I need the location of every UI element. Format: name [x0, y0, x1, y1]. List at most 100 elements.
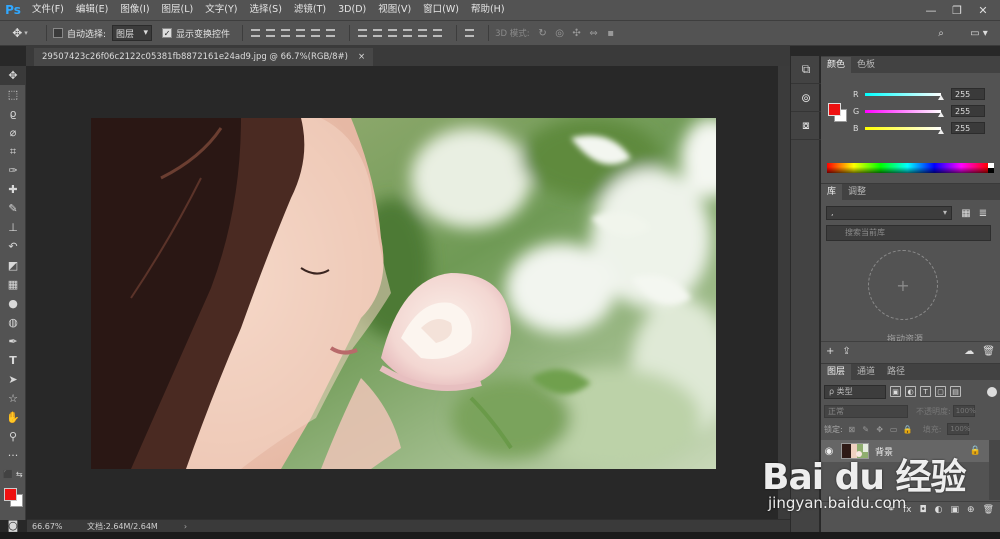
new-layer-icon[interactable]: ⊕: [967, 505, 975, 515]
smart-object-filter-icon[interactable]: ▤: [950, 386, 961, 397]
grid-view-icon[interactable]: ▦: [959, 206, 973, 220]
eraser-tool-icon[interactable]: ◩: [0, 256, 26, 275]
type-tool-icon[interactable]: T: [0, 351, 26, 370]
menu-window[interactable]: 窗口(W): [417, 0, 465, 20]
fill-input[interactable]: 100%: [947, 423, 970, 435]
blend-mode-select[interactable]: 正常: [824, 404, 908, 418]
auto-select-checkbox[interactable]: [53, 28, 63, 38]
align-vertical-centers-icon[interactable]: [264, 26, 277, 40]
menu-layer[interactable]: 图层(L): [156, 0, 200, 20]
adjustment-filter-icon[interactable]: ◐: [905, 386, 916, 397]
crop-tool-icon[interactable]: ⌗: [0, 142, 26, 161]
foreground-color-swatch[interactable]: [4, 488, 17, 501]
add-content-icon[interactable]: +: [826, 346, 834, 357]
properties-panel-icon[interactable]: ⊚: [791, 84, 821, 112]
auto-align-layers-icon[interactable]: [463, 26, 476, 40]
align-left-edges-icon[interactable]: [294, 26, 307, 40]
search-icon[interactable]: ⌕: [926, 25, 956, 41]
distribute-right-icon[interactable]: [431, 26, 444, 40]
path-selection-tool-icon[interactable]: ➤: [0, 370, 26, 389]
delete-layer-icon[interactable]: 🗑: [983, 505, 994, 515]
color-spectrum-ramp[interactable]: [827, 163, 988, 173]
menu-image[interactable]: 图像(I): [114, 0, 155, 20]
align-top-edges-icon[interactable]: [249, 26, 262, 40]
shape-tool-icon[interactable]: ☆: [0, 389, 26, 408]
list-view-icon[interactable]: ≣: [976, 206, 990, 220]
menu-help[interactable]: 帮助(H): [465, 0, 511, 20]
distribute-left-icon[interactable]: [401, 26, 414, 40]
distribute-vcenter-icon[interactable]: [371, 26, 384, 40]
library-drop-zone[interactable]: +: [868, 250, 938, 320]
tab-swatches[interactable]: 色板: [851, 57, 881, 73]
shape-filter-icon[interactable]: ▢: [935, 386, 946, 397]
black-white-ramp[interactable]: [988, 163, 994, 173]
menu-edit[interactable]: 编辑(E): [70, 0, 114, 20]
type-filter-icon[interactable]: T: [920, 386, 931, 397]
lock-transparent-icon[interactable]: ⊠: [847, 424, 857, 434]
brush-tool-icon[interactable]: ✎: [0, 199, 26, 218]
3d-roll-icon[interactable]: ◎: [553, 26, 567, 40]
history-panel-icon[interactable]: ⧉: [791, 56, 821, 84]
3d-rotate-icon[interactable]: ↻: [536, 26, 550, 40]
menu-file[interactable]: 文件(F): [26, 0, 70, 20]
healing-brush-tool-icon[interactable]: ✚: [0, 180, 26, 199]
slider-g-thumb[interactable]: [938, 111, 944, 117]
slider-r-value[interactable]: 255: [951, 88, 985, 100]
upload-icon[interactable]: ⇪: [842, 346, 850, 357]
hand-tool-icon[interactable]: ✋: [0, 408, 26, 427]
zoom-tool-icon[interactable]: ⚲: [0, 427, 26, 446]
status-menu-arrow[interactable]: ›: [158, 522, 187, 531]
layers-scrollbar[interactable]: [989, 440, 1000, 500]
trash-icon[interactable]: 🗑: [982, 346, 995, 357]
opacity-input[interactable]: 100%: [952, 405, 976, 417]
slider-r-track[interactable]: [865, 92, 944, 100]
restore-button[interactable]: ❐: [944, 0, 970, 20]
library-select[interactable]: , ▾: [826, 206, 952, 220]
layer-filter-select[interactable]: ρ 类型: [824, 384, 886, 399]
distribute-hcenter-icon[interactable]: [416, 26, 429, 40]
minimize-button[interactable]: —: [918, 0, 944, 20]
panel-foreground-swatch[interactable]: [828, 103, 841, 116]
lock-pixels-icon[interactable]: ✎: [861, 424, 871, 434]
pen-tool-icon[interactable]: ✒: [0, 332, 26, 351]
align-right-edges-icon[interactable]: [324, 26, 337, 40]
slider-r-thumb[interactable]: [938, 94, 944, 100]
align-horizontal-centers-icon[interactable]: [309, 26, 322, 40]
move-tool-preset-icon[interactable]: ✥ ▾: [0, 26, 40, 40]
move-tool-icon[interactable]: ✥: [0, 66, 26, 85]
slider-b-value[interactable]: 255: [951, 122, 985, 134]
document-tab[interactable]: 29507423c26f06c2122c05381fb8872161e24ad9…: [34, 48, 374, 66]
menu-type[interactable]: 文字(Y): [199, 0, 243, 20]
edit-toolbar-icon[interactable]: ···: [0, 446, 26, 465]
cloud-sync-icon[interactable]: ☁: [964, 346, 974, 357]
tab-color[interactable]: 颜色: [821, 57, 852, 73]
3d-drag-icon[interactable]: ✣: [570, 26, 584, 40]
slider-g-value[interactable]: 255: [951, 105, 985, 117]
history-brush-tool-icon[interactable]: ↶: [0, 237, 26, 256]
menu-view[interactable]: 视图(V): [372, 0, 417, 20]
workspace-switcher-icon[interactable]: ▭ ▾: [964, 25, 994, 41]
show-transform-checkbox[interactable]: ✓: [162, 28, 173, 38]
zoom-level[interactable]: 66.67%: [27, 522, 77, 531]
gradient-tool-icon[interactable]: ▦: [0, 275, 26, 294]
tab-close-icon[interactable]: ×: [358, 48, 365, 66]
distribute-top-icon[interactable]: [356, 26, 369, 40]
lock-all-icon[interactable]: 🔒: [903, 424, 913, 434]
slider-b-track[interactable]: [865, 126, 944, 134]
close-button[interactable]: ✕: [970, 0, 996, 20]
lasso-tool-icon[interactable]: ϱ: [0, 104, 26, 123]
menu-select[interactable]: 选择(S): [243, 0, 287, 20]
distribute-bottom-icon[interactable]: [386, 26, 399, 40]
eyedropper-tool-icon[interactable]: ✑: [0, 161, 26, 180]
quick-select-tool-icon[interactable]: ⌀: [0, 123, 26, 142]
menu-filter[interactable]: 滤镜(T): [288, 0, 332, 20]
paragraph-panel-icon[interactable]: ⧇: [791, 112, 821, 140]
menu-3d[interactable]: 3D(D): [332, 0, 372, 20]
marquee-tool-icon[interactable]: ⬚: [0, 85, 26, 104]
3d-slide-icon[interactable]: ⇔: [587, 26, 601, 40]
dodge-tool-icon[interactable]: ◍: [0, 313, 26, 332]
slider-b-thumb[interactable]: [938, 128, 944, 134]
lock-position-icon[interactable]: ✥: [875, 424, 885, 434]
library-search-input[interactable]: 搜索当前库: [826, 225, 991, 241]
swap-colors-icon[interactable]: ⬛ ⇆: [0, 465, 26, 484]
